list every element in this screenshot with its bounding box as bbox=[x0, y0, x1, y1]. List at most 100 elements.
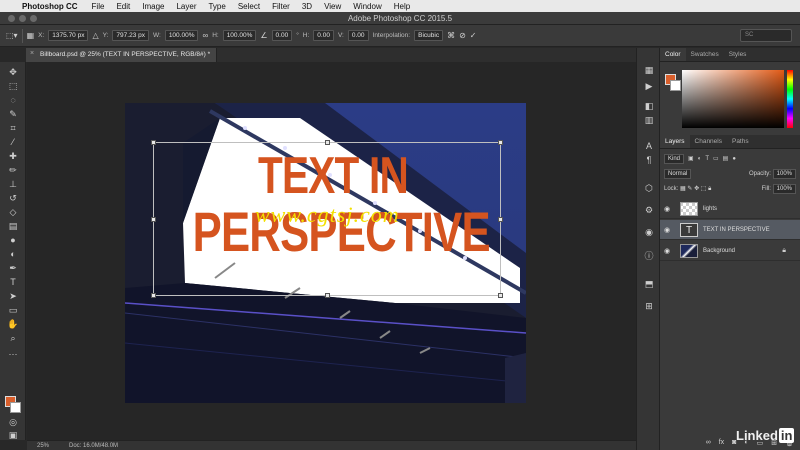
transform-handle-top-right[interactable] bbox=[498, 140, 503, 145]
blend-mode-select[interactable]: Normal bbox=[664, 168, 692, 179]
panel-background-swatch[interactable] bbox=[670, 80, 681, 91]
tab-swatches[interactable]: Swatches bbox=[686, 48, 724, 61]
hue-slider[interactable] bbox=[787, 70, 793, 128]
quick-select-tool-icon[interactable]: ✎ bbox=[5, 108, 21, 120]
filter-kind-select[interactable]: Kind bbox=[664, 153, 685, 164]
crop-tool-icon[interactable]: ⌗ bbox=[5, 122, 21, 134]
transform-handle-left[interactable] bbox=[151, 217, 156, 222]
link-layers-icon[interactable]: ∞ bbox=[706, 439, 711, 446]
3d-panel-icon[interactable]: ⬡ bbox=[642, 182, 656, 194]
filter-adjustment-icon[interactable]: ◐ bbox=[698, 156, 702, 162]
brush-panel-icon[interactable]: ◉ bbox=[642, 226, 656, 238]
filter-smart-icon[interactable]: ▤ bbox=[723, 155, 729, 162]
visibility-eye-icon[interactable]: ◉ bbox=[664, 205, 676, 213]
zoom-level[interactable]: 25% bbox=[37, 443, 49, 449]
menu-file[interactable]: File bbox=[92, 2, 105, 11]
y-position-field[interactable]: 797.23 px bbox=[112, 30, 149, 41]
visibility-eye-icon[interactable]: ◉ bbox=[664, 226, 676, 234]
visibility-eye-icon[interactable]: ◉ bbox=[664, 247, 676, 255]
blur-tool-icon[interactable]: ● bbox=[5, 234, 21, 246]
document-canvas[interactable]: TEXT IN PERSPECTIVE www.cgtsj.com bbox=[125, 103, 526, 403]
type-tool-icon[interactable]: T bbox=[5, 276, 21, 288]
lock-transparent-icon[interactable]: ▦ bbox=[680, 186, 686, 192]
quick-mask-icon[interactable]: ◎ bbox=[5, 416, 21, 428]
layer-row-lights[interactable]: ◉ lights bbox=[660, 199, 800, 219]
tab-styles[interactable]: Styles bbox=[724, 48, 752, 61]
menu-layer[interactable]: Layer bbox=[176, 2, 196, 11]
zoom-window-button[interactable] bbox=[30, 15, 37, 22]
lock-position-icon[interactable]: ✥ bbox=[694, 186, 699, 192]
app-menu[interactable]: Photoshop CC bbox=[22, 2, 78, 11]
lock-artboard-icon[interactable]: ⬚ bbox=[701, 186, 707, 192]
width-scale-field[interactable]: 100.00% bbox=[164, 30, 199, 41]
layer-style-icon[interactable]: fx bbox=[719, 439, 724, 446]
transform-handle-bottom-right[interactable] bbox=[498, 293, 503, 298]
brush-tool-icon[interactable]: ✏ bbox=[5, 164, 21, 176]
reference-point-icon[interactable]: ▦ bbox=[27, 31, 35, 40]
tab-color[interactable]: Color bbox=[660, 48, 686, 61]
more-tools-icon[interactable]: ··· bbox=[5, 348, 21, 360]
layer-row-text[interactable]: ◉ T TEXT IN PERSPECTIVE bbox=[660, 220, 800, 240]
height-scale-field[interactable]: 100.00% bbox=[222, 30, 257, 41]
pen-tool-icon[interactable]: ✒ bbox=[5, 262, 21, 274]
tool-preset-icon[interactable]: ⬚▾ bbox=[6, 31, 18, 40]
lock-image-icon[interactable]: ✎ bbox=[687, 186, 692, 192]
hand-tool-icon[interactable]: ✋ bbox=[5, 318, 21, 330]
history-brush-tool-icon[interactable]: ↺ bbox=[5, 192, 21, 204]
rectangle-tool-icon[interactable]: ▭ bbox=[5, 304, 21, 316]
commit-transform-icon[interactable]: ✓ bbox=[470, 31, 477, 40]
layer-row-background[interactable]: ◉ Background 🔒︎ bbox=[660, 241, 800, 261]
horizontal-skew-field[interactable]: 0.00 bbox=[313, 30, 334, 41]
libraries-panel-icon[interactable]: ▥ bbox=[642, 114, 656, 126]
marquee-tool-icon[interactable]: ⬚ bbox=[5, 80, 21, 92]
info-panel-icon[interactable]: ⓘ bbox=[642, 250, 656, 262]
eyedropper-tool-icon[interactable]: ⁄ bbox=[5, 136, 21, 148]
rotate-angle-field[interactable]: 0.00 bbox=[271, 30, 293, 41]
filter-type-icon[interactable]: T bbox=[705, 156, 709, 162]
menu-3d[interactable]: 3D bbox=[302, 2, 312, 11]
tab-paths[interactable]: Paths bbox=[727, 135, 754, 148]
transform-handle-top[interactable] bbox=[325, 140, 330, 145]
actions-panel-icon[interactable]: ▶ bbox=[642, 80, 656, 92]
cancel-transform-icon[interactable]: ⊘ bbox=[459, 31, 466, 40]
warp-mode-icon[interactable]: ⌘ bbox=[447, 31, 455, 40]
background-color-swatch[interactable] bbox=[10, 402, 21, 413]
menu-type[interactable]: Type bbox=[208, 2, 225, 11]
opacity-field[interactable]: 100% bbox=[772, 168, 796, 179]
screen-mode-icon[interactable]: ▣ bbox=[5, 429, 21, 441]
menu-image[interactable]: Image bbox=[142, 2, 164, 11]
menu-edit[interactable]: Edit bbox=[116, 2, 130, 11]
relative-position-icon[interactable]: △ bbox=[92, 31, 98, 40]
minimize-window-button[interactable] bbox=[19, 15, 26, 22]
zoom-tool-icon[interactable]: ⌕ bbox=[5, 332, 21, 344]
close-tab-icon[interactable]: × bbox=[30, 50, 34, 57]
transform-handle-bottom-left[interactable] bbox=[151, 293, 156, 298]
gradient-tool-icon[interactable]: ▤ bbox=[5, 220, 21, 232]
menu-filter[interactable]: Filter bbox=[272, 2, 290, 11]
color-picker-field[interactable] bbox=[682, 70, 784, 128]
transform-handle-right[interactable] bbox=[498, 217, 503, 222]
x-position-field[interactable]: 1375.70 px bbox=[48, 30, 89, 41]
close-window-button[interactable] bbox=[8, 15, 15, 22]
path-selection-tool-icon[interactable]: ➤ bbox=[5, 290, 21, 302]
menu-help[interactable]: Help bbox=[394, 2, 410, 11]
tab-channels[interactable]: Channels bbox=[690, 135, 727, 148]
menu-select[interactable]: Select bbox=[238, 2, 260, 11]
fill-field[interactable]: 100% bbox=[772, 183, 796, 194]
transform-handle-bottom[interactable] bbox=[325, 293, 330, 298]
character-panel-icon[interactable]: A bbox=[642, 140, 656, 152]
navigator-panel-icon[interactable]: ⬒ bbox=[642, 278, 656, 290]
adjustments-panel-icon[interactable]: ◧ bbox=[642, 100, 656, 112]
link-icon[interactable]: ∞ bbox=[202, 31, 208, 40]
filter-shape-icon[interactable]: ▭ bbox=[713, 155, 719, 162]
search-input[interactable]: SC bbox=[740, 29, 792, 42]
measurement-panel-icon[interactable]: ⊞ bbox=[642, 300, 656, 312]
move-tool-icon[interactable]: ✥ bbox=[5, 66, 21, 78]
healing-brush-tool-icon[interactable]: ✚ bbox=[5, 150, 21, 162]
paragraph-panel-icon[interactable]: ¶ bbox=[642, 154, 656, 166]
transform-bounding-box[interactable] bbox=[151, 140, 503, 298]
menu-window[interactable]: Window bbox=[353, 2, 381, 11]
canvas-area[interactable]: TEXT IN PERSPECTIVE www.cgtsj.com bbox=[27, 62, 636, 440]
eraser-tool-icon[interactable]: ◇ bbox=[5, 206, 21, 218]
filter-pixel-icon[interactable]: ▣ bbox=[688, 155, 694, 162]
